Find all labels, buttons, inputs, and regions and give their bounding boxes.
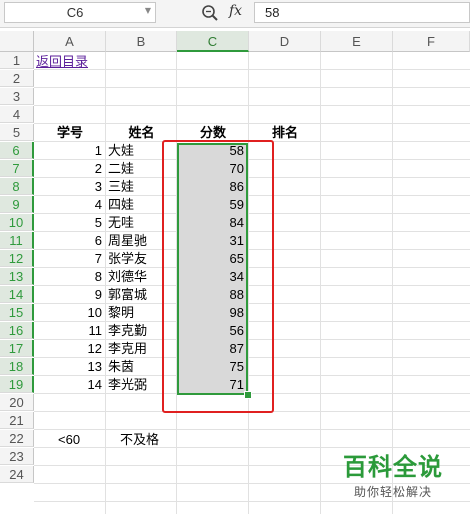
formula-input[interactable]: 58 (254, 2, 470, 23)
name-box[interactable]: C6 ▼ (4, 2, 156, 23)
cell-name[interactable]: 周星驰 (108, 232, 147, 249)
row-header[interactable]: 20 (0, 394, 34, 411)
row-header[interactable]: 19 (0, 376, 34, 393)
cell-id[interactable]: 8 (34, 268, 106, 285)
cell-id[interactable]: 9 (34, 286, 106, 303)
row-gridline (34, 69, 470, 70)
column-header-b[interactable]: B (106, 31, 177, 52)
cell-name[interactable]: 张学友 (108, 250, 147, 267)
row-header[interactable]: 18 (0, 358, 34, 375)
cell-id[interactable]: 14 (34, 376, 106, 393)
cell-name[interactable]: 李克勤 (108, 322, 147, 339)
row-header[interactable]: 2 (0, 70, 34, 87)
row-gridline (34, 447, 470, 448)
cell-id[interactable]: 3 (34, 178, 106, 195)
cell-name[interactable]: 三娃 (108, 178, 134, 195)
cell-id[interactable]: 5 (34, 214, 106, 231)
cell-name[interactable]: 李克用 (108, 340, 147, 357)
highlight-box (162, 140, 274, 413)
row-header[interactable]: 8 (0, 178, 34, 195)
row-gridline (34, 429, 470, 430)
formula-bar: C6 ▼ fx 58 (0, 0, 470, 28)
row-header[interactable]: 15 (0, 304, 34, 321)
column-header-d[interactable]: D (249, 31, 321, 52)
cell-id[interactable]: 13 (34, 358, 106, 375)
cell-name[interactable]: 无哇 (108, 214, 134, 231)
cell-id[interactable]: 4 (34, 196, 106, 213)
cell-name[interactable]: 四娃 (108, 196, 134, 213)
criteria-text: 不及格 (120, 432, 160, 447)
row-header[interactable]: 9 (0, 196, 34, 213)
row-header[interactable]: 1 (0, 52, 34, 69)
row-gridline (34, 123, 470, 124)
cell-name[interactable]: 黎明 (108, 304, 134, 321)
row-header[interactable]: 24 (0, 466, 34, 483)
cell-id[interactable]: 12 (34, 340, 106, 357)
row-header[interactable]: 10 (0, 214, 34, 231)
cell-name[interactable]: 郭富城 (108, 286, 147, 303)
cell-name[interactable]: 李光弼 (108, 376, 147, 393)
row-header[interactable]: 23 (0, 448, 34, 465)
row-header[interactable]: 17 (0, 340, 34, 357)
column-header-e[interactable]: E (321, 31, 393, 52)
row-gridline (34, 105, 470, 106)
formula-value: 58 (265, 5, 280, 20)
row-header[interactable]: 13 (0, 268, 34, 285)
back-to-index-link[interactable]: 返回目录 (36, 53, 88, 70)
cell-id[interactable]: 6 (34, 232, 106, 249)
row-header[interactable]: 12 (0, 250, 34, 267)
watermark-subtitle: 助你轻松解决 (353, 485, 432, 499)
row-header[interactable]: 11 (0, 232, 34, 249)
cell-id[interactable]: 10 (34, 304, 106, 321)
cell-id[interactable]: 11 (34, 322, 106, 339)
column-header-c[interactable]: C (177, 31, 249, 52)
name-box-value: C6 (66, 5, 84, 20)
column-header-f[interactable]: F (393, 31, 470, 52)
column-gridline (392, 52, 393, 514)
cell-name[interactable]: 大娃 (108, 142, 134, 159)
row-header[interactable]: 7 (0, 160, 34, 177)
row-gridline (34, 87, 470, 88)
watermark: 百科全说 助你轻松解决 (322, 452, 464, 510)
zoom-icon[interactable] (201, 4, 219, 22)
row-header[interactable]: 5 (0, 124, 34, 141)
cell-name[interactable]: 朱茵 (108, 358, 134, 375)
row-header[interactable]: 6 (0, 142, 34, 159)
cell-id[interactable]: 7 (34, 250, 106, 267)
cell-id[interactable]: 2 (34, 160, 106, 177)
row-header[interactable]: 16 (0, 322, 34, 339)
cell-name[interactable]: 二娃 (108, 160, 134, 177)
select-all-corner[interactable] (0, 31, 34, 52)
fx-icon[interactable]: fx (229, 3, 242, 19)
watermark-title: 百科全说 (343, 453, 443, 481)
row-header[interactable]: 3 (0, 88, 34, 105)
cell-name[interactable]: 刘德华 (108, 268, 147, 285)
row-header[interactable]: 14 (0, 286, 34, 303)
cell-id[interactable]: 1 (34, 142, 106, 159)
column-header-a[interactable]: A (34, 31, 106, 52)
column-gridline (320, 52, 321, 514)
row-header[interactable]: 22 (0, 430, 34, 447)
criteria-label: <60 (58, 432, 81, 447)
row-header[interactable]: 4 (0, 106, 34, 123)
row-header[interactable]: 21 (0, 412, 34, 429)
header-id: 学号 (56, 126, 83, 141)
chevron-down-icon[interactable]: ▼ (145, 6, 151, 15)
